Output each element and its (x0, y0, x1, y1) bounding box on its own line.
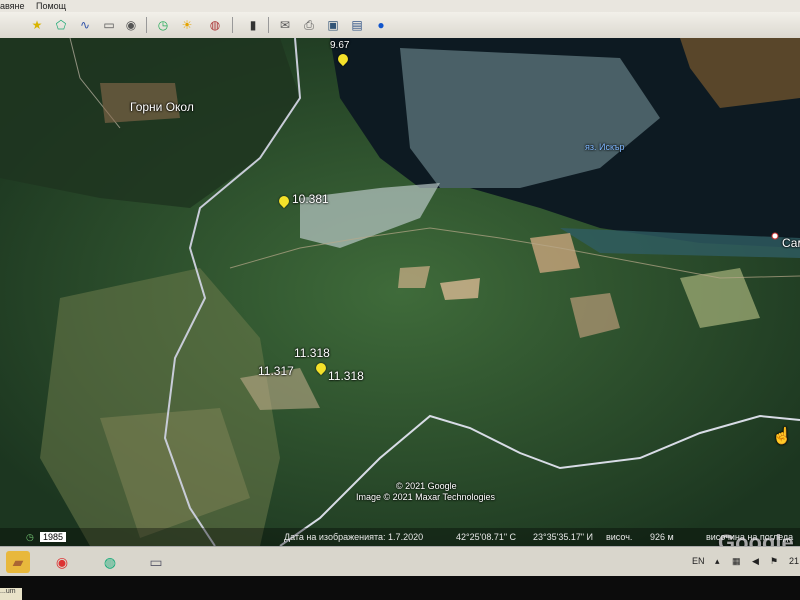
path-icon[interactable]: ∿ (76, 16, 94, 34)
view-in-maps-icon[interactable]: ▤ (348, 16, 366, 34)
window-icon[interactable]: ▭ (144, 551, 168, 573)
sticky-note: ...um (0, 588, 22, 600)
latitude: 42°25'08.71" С (456, 532, 517, 542)
menu-item-help[interactable]: Помощ (36, 1, 66, 11)
polygon-icon[interactable]: ⬠ (52, 16, 70, 34)
copyright-imagery: Image © 2021 Maxar Technologies (356, 492, 496, 502)
satellite-map[interactable]: Горни Окол яз. Искър Сам 9.67 10.381 11.… (0, 38, 800, 546)
record-tour-icon[interactable]: ◉ (122, 16, 140, 34)
language-indicator[interactable]: EN (692, 556, 705, 566)
sunlight-icon[interactable]: ☀ (178, 16, 196, 34)
email-icon[interactable]: ✉ (276, 16, 294, 34)
eye-altitude: височина на погледа (706, 532, 794, 542)
folder-icon[interactable]: ▰ (6, 551, 30, 573)
flag-icon[interactable]: ⚑ (770, 556, 778, 567)
taskbar: ▰ ◉ ◍ ▭ EN ▴ ▦ ◀ ⚑ 21 (0, 546, 800, 577)
chevron-up-icon[interactable]: ▴ (715, 556, 720, 567)
timeline-icon[interactable]: ◷ (26, 532, 34, 543)
elevation-value: 926 м (650, 532, 674, 542)
network-icon[interactable]: ▦ (732, 556, 741, 567)
save-image-icon[interactable]: ▣ (324, 16, 342, 34)
place-label-reservoir: яз. Искър (585, 142, 625, 152)
placemark-label: 11.318 (294, 346, 330, 360)
ruler-icon[interactable]: ▮ (244, 16, 262, 34)
monitor-bezel (0, 576, 800, 600)
imagery-date: Дата на изображенията: 1.7.2020 (284, 532, 424, 542)
planets-icon[interactable]: ◍ (206, 16, 224, 34)
status-bar: ◷ 1985 Дата на изображенията: 1.7.2020 4… (0, 528, 800, 546)
placemark-icon[interactable]: ★ (28, 16, 46, 34)
volume-icon[interactable]: ◀ (752, 556, 759, 567)
historical-imagery-icon[interactable]: ◷ (154, 16, 172, 34)
chrome-icon[interactable]: ◉ (50, 551, 74, 573)
google-earth-icon[interactable]: ◍ (98, 551, 122, 573)
menu-bar: авяне Помощ (0, 0, 800, 12)
clock: 21 (789, 556, 800, 566)
globe-icon[interactable]: ● (372, 16, 390, 34)
placemark-label: 9.67 (330, 40, 350, 51)
print-icon[interactable]: ⎙ (300, 16, 318, 34)
overlay-icon[interactable]: ▭ (100, 16, 118, 34)
terrain (0, 38, 800, 546)
elevation-label: височ. (606, 532, 633, 542)
place-label-sam: Сам (782, 236, 800, 250)
placemark-label: 11.318 (328, 369, 364, 383)
placemark-label: 11.317 (258, 364, 294, 378)
copyright-google: © 2021 Google (396, 481, 457, 491)
menu-item-view[interactable]: авяне (0, 1, 25, 11)
toolbar: ★ ⬠ ∿ ▭ ◉ ◷ ☀ ◍ ▮ ✉ ⎙ ▣ ▤ ● (0, 12, 800, 39)
historical-year[interactable]: 1985 (40, 532, 67, 542)
hand-cursor-icon: ☝ (772, 428, 792, 445)
place-label-gorni-okol: Горни Окол (130, 100, 194, 114)
placemark-label: 10.381 (292, 192, 329, 206)
longitude: 23°35'35.17" И (533, 532, 594, 542)
